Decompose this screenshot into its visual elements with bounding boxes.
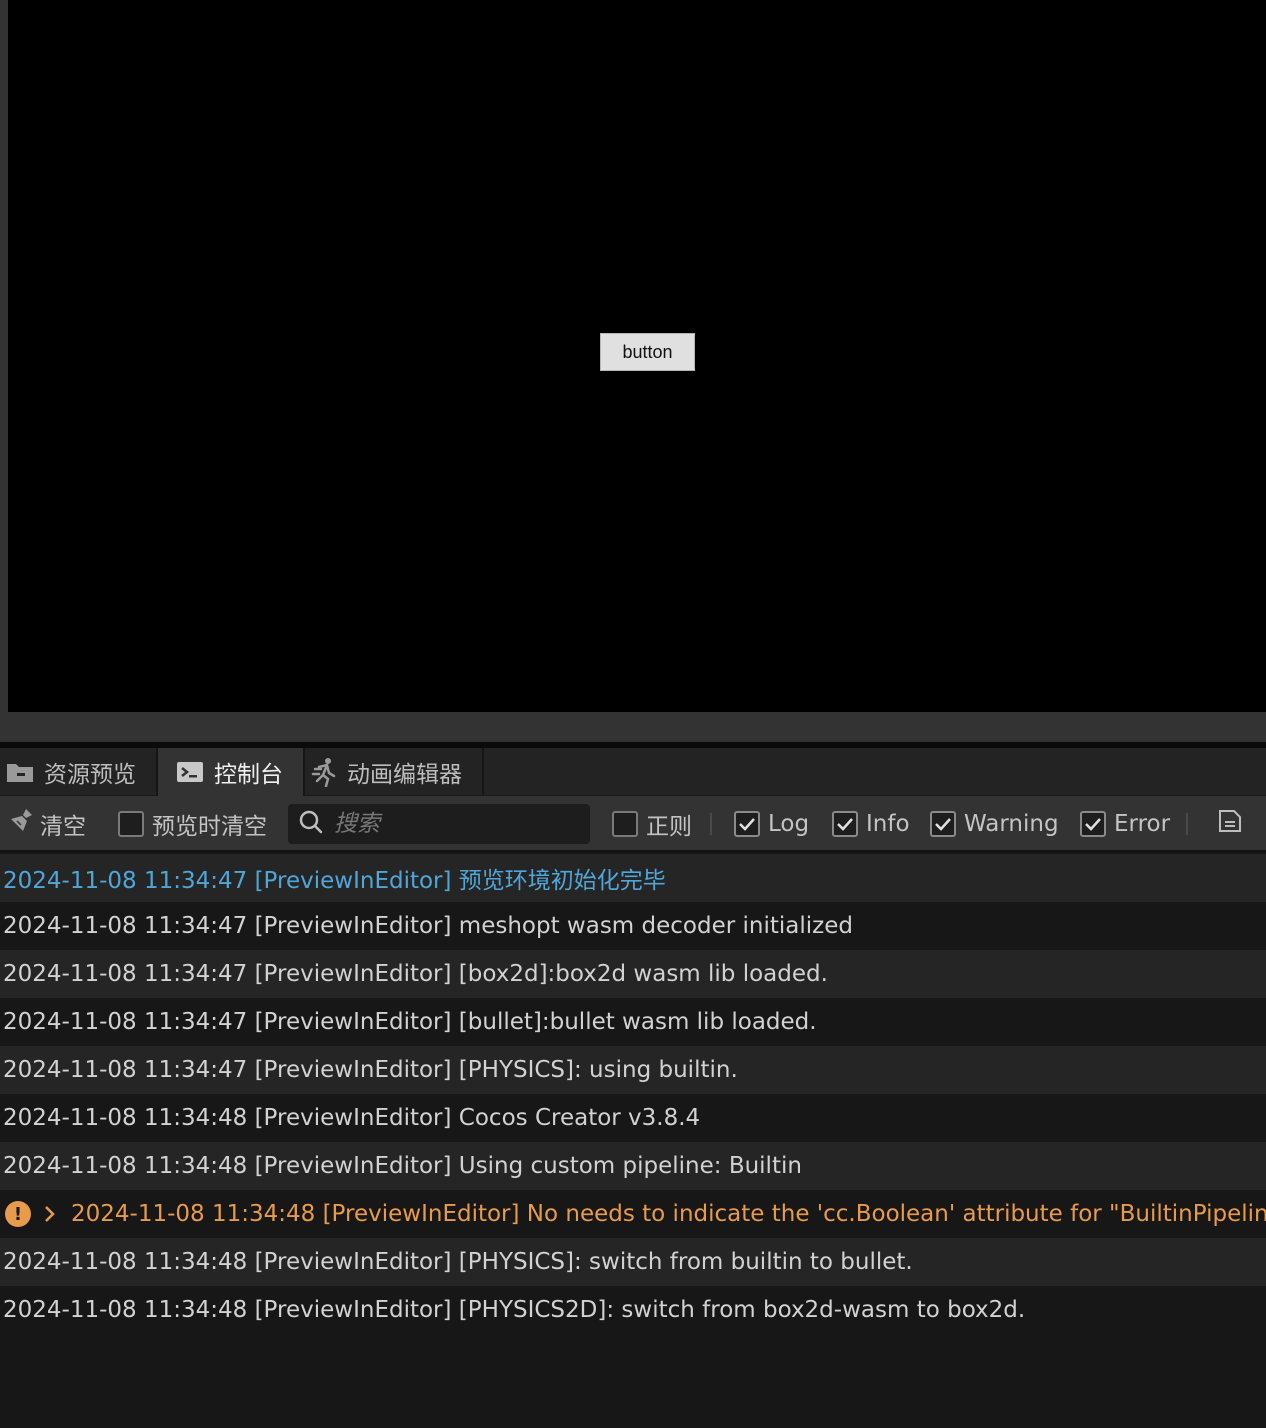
broom-icon <box>8 807 36 841</box>
search-input[interactable] <box>334 811 574 837</box>
log-row[interactable]: 2024-11-08 11:34:47 [PreviewInEditor] [b… <box>0 950 1266 998</box>
log-label: Log <box>768 811 810 837</box>
log-text: 2024-11-08 11:34:48 [PreviewInEditor] [P… <box>3 1297 1026 1323</box>
warning-icon: ! <box>5 1201 31 1227</box>
tab-label: 控制台 <box>214 762 283 788</box>
checkmark-icon <box>1085 818 1101 831</box>
open-log-file-button[interactable] <box>1216 796 1244 852</box>
tab-label: 动画编辑器 <box>347 762 462 788</box>
error-label: Error <box>1114 811 1171 837</box>
log-row-warning[interactable]: ! 2024-11-08 11:34:48 [PreviewInEditor] … <box>0 1190 1266 1238</box>
clear-on-preview-label: 预览时清空 <box>152 814 267 840</box>
log-row[interactable]: 2024-11-08 11:34:48 [PreviewInEditor] [P… <box>0 1286 1266 1334</box>
log-text: 2024-11-08 11:34:47 [PreviewInEditor] [b… <box>3 1009 817 1035</box>
clear-on-preview-checkbox[interactable] <box>118 811 144 837</box>
tab-console[interactable]: 控制台 <box>158 748 305 796</box>
checkmark-icon <box>935 818 951 831</box>
game-button[interactable]: button <box>600 333 695 371</box>
console-log-list[interactable]: 2024-11-08 11:34:47 [PreviewInEditor] 预览… <box>0 854 1266 1334</box>
log-filter-toggle[interactable]: Log <box>734 796 809 852</box>
info-checkbox[interactable] <box>832 811 858 837</box>
search-icon <box>298 809 324 839</box>
search-field[interactable] <box>288 804 590 844</box>
running-figure-icon <box>311 757 337 787</box>
bottom-tab-bar: 资源预览 控制台 动画编辑器 <box>0 748 1266 796</box>
log-row[interactable]: 2024-11-08 11:34:48 [PreviewInEditor] [P… <box>0 1238 1266 1286</box>
toolbar-separator <box>1186 813 1188 835</box>
info-label: Info <box>866 811 910 837</box>
log-text: 2024-11-08 11:34:47 [PreviewInEditor] me… <box>3 913 853 939</box>
regex-label: 正则 <box>646 814 692 840</box>
log-text: 2024-11-08 11:34:48 [PreviewInEditor] No… <box>71 1201 1266 1227</box>
console-toolbar: 清空 预览时清空 正则 Log Info <box>0 796 1266 852</box>
log-text: 2024-11-08 11:34:48 [PreviewInEditor] Co… <box>3 1105 701 1131</box>
log-row[interactable]: 2024-11-08 11:34:48 [PreviewInEditor] Us… <box>0 1142 1266 1190</box>
chevron-right-icon[interactable] <box>43 1205 57 1223</box>
scene-preview-panel: button <box>0 0 1266 742</box>
log-text: 2024-11-08 11:34:47 [PreviewInEditor] [P… <box>3 1057 738 1083</box>
game-canvas[interactable]: button <box>8 0 1266 712</box>
tab-label: 资源预览 <box>44 762 136 788</box>
folder-icon <box>6 760 34 784</box>
tab-asset-preview[interactable]: 资源预览 <box>0 748 158 796</box>
log-text: 2024-11-08 11:34:47 [PreviewInEditor] 预览… <box>3 868 666 894</box>
log-row[interactable]: 2024-11-08 11:34:47 [PreviewInEditor] [b… <box>0 998 1266 1046</box>
clear-label: 清空 <box>40 814 86 840</box>
document-icon <box>1216 807 1244 841</box>
error-filter-toggle[interactable]: Error <box>1080 796 1170 852</box>
toolbar-separator <box>710 813 712 835</box>
log-text: 2024-11-08 11:34:48 [PreviewInEditor] Us… <box>3 1153 802 1179</box>
terminal-icon <box>176 760 204 784</box>
log-checkbox[interactable] <box>734 811 760 837</box>
log-row[interactable]: 2024-11-08 11:34:47 [PreviewInEditor] [P… <box>0 1046 1266 1094</box>
tab-animation-editor[interactable]: 动画编辑器 <box>305 748 484 796</box>
regex-checkbox[interactable] <box>612 811 638 837</box>
checkmark-icon <box>837 818 853 831</box>
clear-button[interactable]: 清空 <box>8 796 86 852</box>
info-filter-toggle[interactable]: Info <box>832 796 910 852</box>
warning-checkbox[interactable] <box>930 811 956 837</box>
warning-label: Warning <box>964 811 1059 837</box>
error-checkbox[interactable] <box>1080 811 1106 837</box>
clear-on-preview-toggle[interactable]: 预览时清空 <box>118 796 267 852</box>
log-row[interactable]: 2024-11-08 11:34:48 [PreviewInEditor] Co… <box>0 1094 1266 1142</box>
log-text: 2024-11-08 11:34:48 [PreviewInEditor] [P… <box>3 1249 913 1275</box>
checkmark-icon <box>739 818 755 831</box>
log-text: 2024-11-08 11:34:47 [PreviewInEditor] [b… <box>3 961 828 987</box>
log-row[interactable]: 2024-11-08 11:34:47 [PreviewInEditor] me… <box>0 902 1266 950</box>
regex-toggle[interactable]: 正则 <box>612 796 692 852</box>
log-row[interactable]: 2024-11-08 11:34:47 [PreviewInEditor] 预览… <box>0 854 1266 902</box>
warning-filter-toggle[interactable]: Warning <box>930 796 1059 852</box>
